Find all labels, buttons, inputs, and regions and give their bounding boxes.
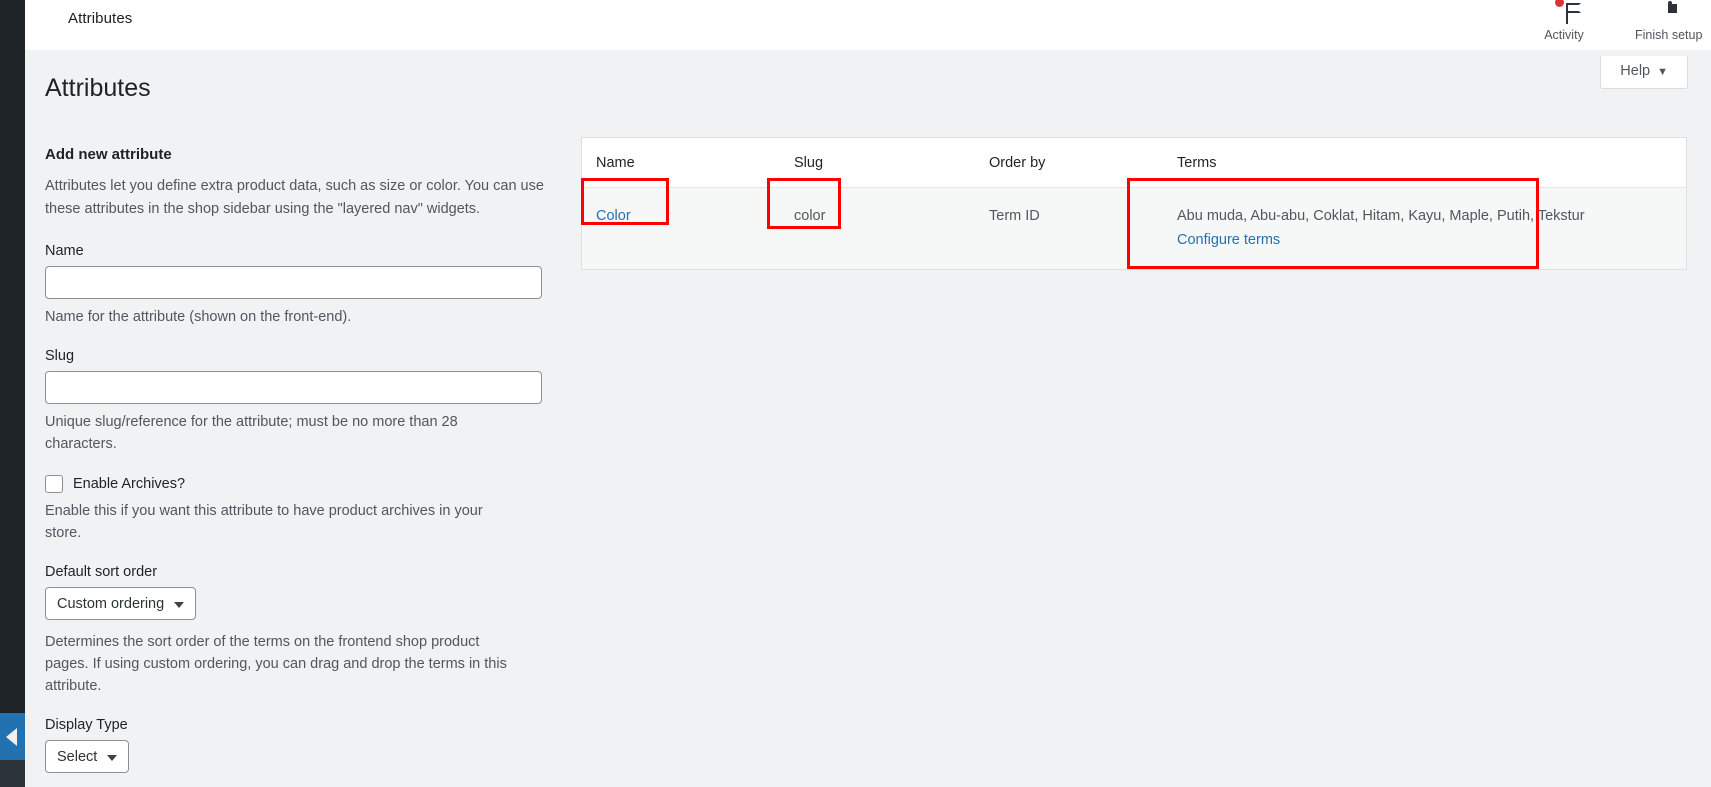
woocommerce-attributes-screen: Attributes Activity Finish setup Help ▼ … <box>0 0 1711 787</box>
enable-archives-hint: Enable this if you want this attribute t… <box>45 503 483 541</box>
help-tab-button[interactable]: Help ▼ <box>1600 56 1688 89</box>
attributes-table-container: Name Slug Order by Terms Color color Ter… <box>581 137 1687 270</box>
table-header-row: Name Slug Order by Terms <box>582 138 1686 188</box>
column-header-order-by[interactable]: Order by <box>975 138 1163 188</box>
display-type-label: Display Type <box>45 717 128 733</box>
chevron-down-icon: ▼ <box>1657 66 1668 78</box>
breadcrumb: Attributes <box>68 10 133 27</box>
finish-setup-label: Finish setup <box>1635 28 1703 42</box>
admin-topbar: Attributes Activity Finish setup <box>25 0 1711 50</box>
default-sort-order-value: Custom ordering <box>57 595 165 612</box>
admin-sidebar-rail <box>0 0 25 787</box>
flag-icon <box>1531 0 1597 27</box>
sort-order-hint: Determines the sort order of the terms o… <box>45 634 507 694</box>
page-title: Attributes <box>45 74 151 102</box>
column-header-terms[interactable]: Terms <box>1163 138 1686 188</box>
setup-progress-icon <box>1635 1 1701 27</box>
slug-field-label: Slug <box>45 348 75 364</box>
enable-archives-checkbox[interactable] <box>45 475 63 493</box>
admin-sidebar-rail-lower <box>0 760 25 787</box>
enable-archives-label[interactable]: Enable Archives? <box>73 476 185 492</box>
default-sort-order-select[interactable]: Custom ordering <box>45 587 197 620</box>
terms-list: Abu muda, Abu-abu, Coklat, Hitam, Kayu, … <box>1177 208 1585 224</box>
cell-attribute-name: Color <box>582 187 780 269</box>
enable-archives-row[interactable]: Enable Archives? <box>45 475 573 493</box>
main-content: Help ▼ Attributes Add new attribute Attri… <box>25 50 1711 787</box>
form-heading: Add new attribute <box>45 146 172 163</box>
column-header-name[interactable]: Name <box>582 138 780 188</box>
display-type-select[interactable]: Select <box>45 740 130 773</box>
chevron-left-icon <box>6 728 17 746</box>
sort-order-label: Default sort order <box>45 564 158 580</box>
attribute-slug-input[interactable] <box>45 371 542 404</box>
chevron-down-icon <box>107 754 118 761</box>
attributes-table: Name Slug Order by Terms Color color Ter… <box>582 138 1686 269</box>
column-header-slug[interactable]: Slug <box>780 138 975 188</box>
name-field-label: Name <box>45 243 84 259</box>
attribute-name-link[interactable]: Color <box>596 208 631 224</box>
notification-badge-dot <box>1555 0 1564 7</box>
form-description: Attributes let you define extra product … <box>45 178 544 217</box>
collapse-menu-button[interactable] <box>0 713 25 760</box>
finish-setup-button[interactable]: Finish setup <box>1635 0 1703 43</box>
table-body: Color color Term ID Abu muda, Abu-abu, C… <box>582 187 1686 269</box>
add-new-attribute-form: Add new attribute Attributes let you def… <box>45 146 573 777</box>
cell-terms: Abu muda, Abu-abu, Coklat, Hitam, Kayu, … <box>1163 187 1686 269</box>
slug-field-hint: Unique slug/reference for the attribute;… <box>45 414 458 452</box>
cell-attribute-slug: color <box>780 187 975 269</box>
attribute-name-input[interactable] <box>45 266 542 299</box>
topbar-actions: Activity Finish setup <box>1531 0 1703 50</box>
table-head: Name Slug Order by Terms <box>582 138 1686 188</box>
activity-label: Activity <box>1544 28 1584 42</box>
chevron-down-icon <box>174 601 185 608</box>
display-type-value: Select <box>57 748 98 765</box>
activity-button[interactable]: Activity <box>1531 0 1597 43</box>
configure-terms-link[interactable]: Configure terms <box>1177 229 1280 252</box>
table-row: Color color Term ID Abu muda, Abu-abu, C… <box>582 187 1686 269</box>
cell-order-by: Term ID <box>975 187 1163 269</box>
help-label: Help <box>1620 63 1651 79</box>
name-field-hint: Name for the attribute (shown on the fro… <box>45 309 352 325</box>
